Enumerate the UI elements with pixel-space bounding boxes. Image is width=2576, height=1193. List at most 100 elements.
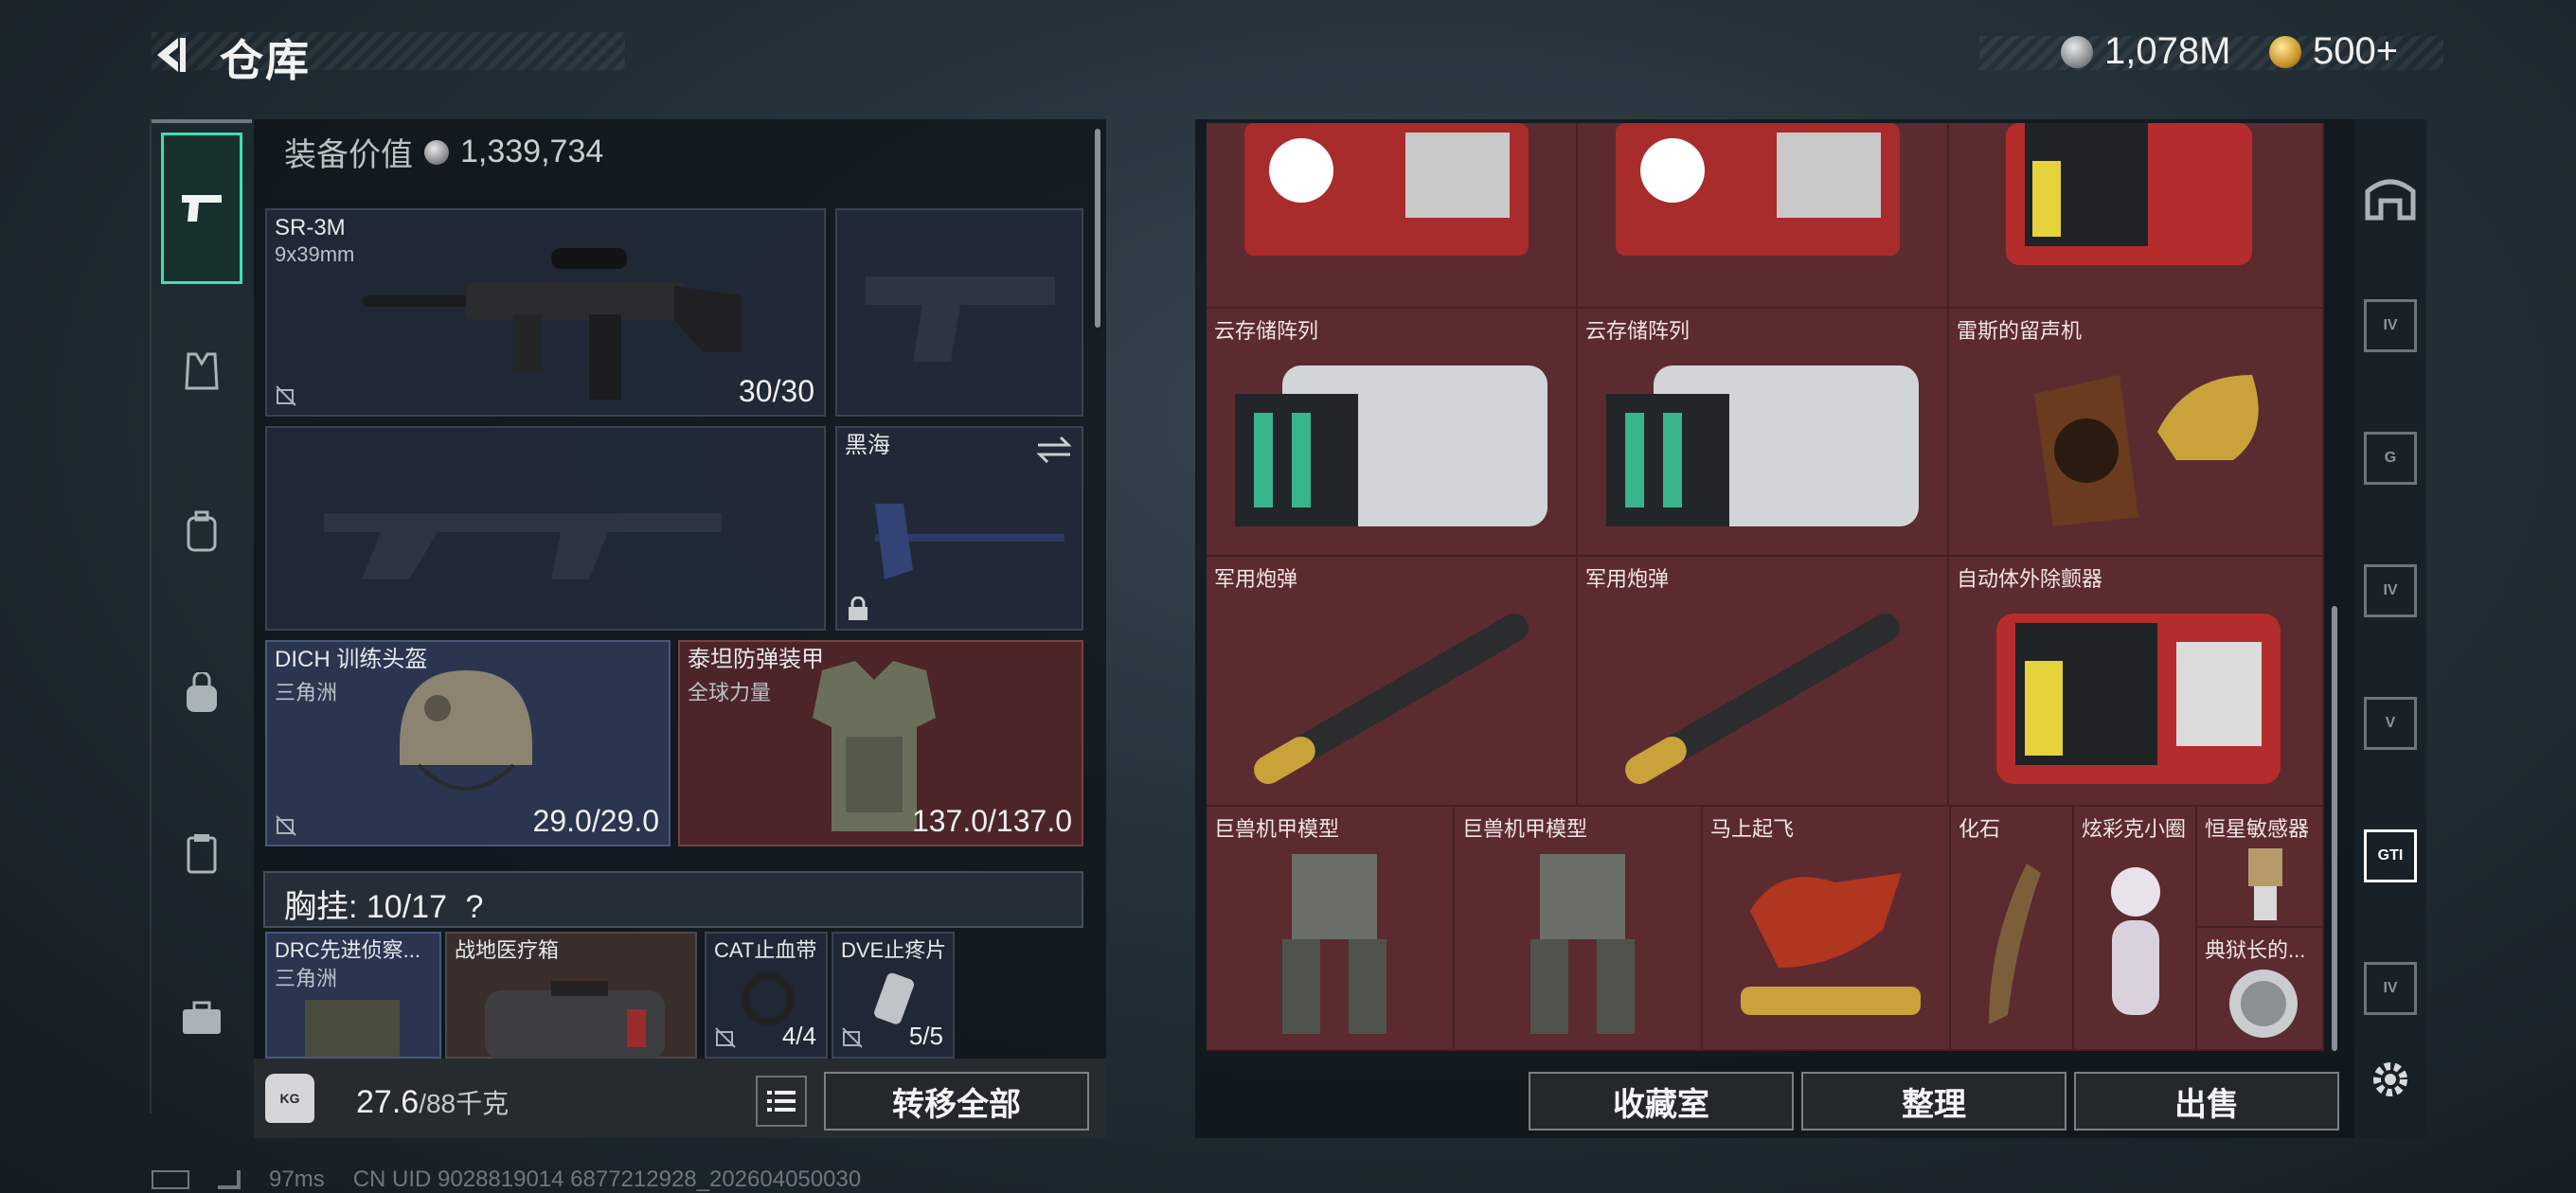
- figurine-image: [2111, 867, 2160, 1015]
- rifle-silhouette-icon: [324, 513, 722, 579]
- helmet-image: [400, 670, 532, 791]
- helmet-slot[interactable]: DICH 训练头盔 三角洲 29.0/29.0: [265, 640, 671, 846]
- rifle-image: [362, 248, 741, 400]
- stash-item-phonograph[interactable]: 雷斯的留声机: [1949, 309, 2324, 557]
- swap-icon[interactable]: [1036, 436, 1072, 464]
- rig-item-tourniquet[interactable]: CAT止血带 4/4: [705, 932, 828, 1059]
- transfer-all-button[interactable]: 转移全部: [824, 1072, 1089, 1131]
- rig-item-medkit[interactable]: 战地医疗箱: [445, 932, 697, 1060]
- category-weapons[interactable]: [161, 133, 242, 284]
- gold-amount: 500+: [2313, 30, 2399, 72]
- stash-scrollbar[interactable]: [2332, 606, 2337, 1051]
- no-repair-icon: [276, 385, 296, 406]
- toolbox-icon: [183, 1001, 221, 1034]
- weapon-ammo: 30/30: [738, 374, 814, 408]
- medkit-image: [485, 981, 665, 1060]
- horse-figure-image: [1741, 873, 1921, 1015]
- armor-durability: 137.0/137.0: [911, 804, 1072, 838]
- secondary-weapon-slot[interactable]: [265, 426, 826, 631]
- stash-item-mecha-model-2[interactable]: 巨兽机甲模型: [1455, 807, 1703, 1051]
- stash-tab-6[interactable]: IV: [2364, 962, 2417, 1015]
- stash-item-aed-top[interactable]: [1949, 123, 2324, 309]
- category-case[interactable]: [161, 797, 242, 911]
- weight-icon: KG: [265, 1074, 314, 1123]
- server-image: [1235, 365, 1547, 526]
- bag-icon: [187, 672, 217, 712]
- melee-slot[interactable]: 黑海: [835, 426, 1083, 631]
- stash-tab-2[interactable]: G: [2364, 432, 2417, 485]
- currency-silver[interactable]: 1,078M: [2061, 30, 2230, 73]
- ping-value: 97ms: [269, 1166, 325, 1192]
- stash-tab-4[interactable]: V: [2364, 697, 2417, 750]
- armor-slot[interactable]: 泰坦防弹装甲 全球力量 137.0/137.0: [678, 640, 1083, 846]
- rig-item-drc[interactable]: DRC先进侦察... 三角洲: [265, 932, 441, 1059]
- gold-coin-icon: [2269, 35, 2301, 68]
- stash-tab-5[interactable]: GTI: [2364, 829, 2417, 882]
- mecha-image: [1282, 854, 1386, 1034]
- stash-item-cloud-storage-1[interactable]: 云存储阵列: [1207, 309, 1578, 557]
- battery-icon: [152, 1170, 189, 1189]
- stash-item-oxygen-tank[interactable]: [1207, 123, 1578, 309]
- no-repair-icon: [276, 815, 296, 836]
- category-rail: [150, 119, 252, 1113]
- stash-item-cloud-storage-2[interactable]: 云存储阵列: [1578, 309, 1949, 557]
- stash-tab-1[interactable]: IV: [2364, 299, 2417, 352]
- fossil-claw-image: [1989, 864, 2041, 1024]
- list-icon: [767, 1091, 796, 1112]
- silver-coin-icon: [424, 139, 449, 165]
- gear-icon: [2373, 1062, 2407, 1096]
- category-toolbox[interactable]: [161, 962, 242, 1076]
- server-image: [1606, 365, 1919, 526]
- sort-button[interactable]: 整理: [1801, 1072, 2066, 1131]
- back-arrow-icon: [157, 38, 186, 72]
- painkiller-count: 5/5: [908, 1022, 943, 1050]
- category-bag[interactable]: [161, 636, 242, 750]
- stash-tab-3[interactable]: IV: [2364, 564, 2417, 617]
- lock-icon: [849, 596, 868, 620]
- vest-icon: [185, 352, 219, 390]
- collection-button[interactable]: 收藏室: [1529, 1072, 1794, 1131]
- tourniquet-count: 4/4: [781, 1022, 816, 1050]
- stash-item-oxygen-tank-2[interactable]: [1578, 123, 1949, 309]
- category-vest[interactable]: [161, 314, 242, 428]
- rig-image: [305, 1000, 400, 1057]
- mecha-image: [1530, 854, 1635, 1034]
- weapon-name: SR-3M: [275, 215, 346, 240]
- no-repair-icon: [842, 1027, 863, 1048]
- sell-button[interactable]: 出售: [2074, 1072, 2339, 1131]
- signal-icon: [218, 1170, 241, 1189]
- aed-image: [1996, 614, 2281, 784]
- stash-item-artillery-shell-2[interactable]: 军用炮弹: [1578, 557, 1949, 807]
- stash-item-star-sensor[interactable]: 恒星敏感器: [2197, 807, 2324, 928]
- carry-weight: 27.6/88千克: [356, 1084, 510, 1120]
- help-icon[interactable]: ?: [465, 889, 483, 925]
- category-backpack[interactable]: [161, 475, 242, 589]
- status-footer: 97ms CN UID 9028819014 6877212928_202604…: [152, 1166, 861, 1193]
- back-button[interactable]: [142, 28, 199, 81]
- stash-grid: 云存储阵列 云存储阵列 雷斯的留声机 军用炮弹 军用炮弹 自动体外除颤器 巨兽机…: [1207, 123, 2324, 1051]
- primary-weapon-slot[interactable]: SR-3M 9x39mm 30/30: [265, 208, 826, 417]
- rig-item-painkiller[interactable]: DVE止疼片 5/5: [832, 932, 955, 1059]
- stash-item-horse[interactable]: 马上起飞: [1703, 807, 1951, 1051]
- stash-item-colorful-ring[interactable]: 炫彩克小圈: [2074, 807, 2197, 1051]
- tank-image: [1616, 123, 1900, 256]
- pistol-slot[interactable]: [835, 208, 1083, 417]
- stash-item-aed[interactable]: 自动体外除颤器: [1949, 557, 2324, 807]
- weapon-caliber: 9x39mm: [275, 242, 355, 266]
- currency-gold[interactable]: 500+: [2269, 30, 2398, 73]
- aed-image: [2006, 123, 2252, 265]
- settings-button[interactable]: [2364, 1053, 2417, 1106]
- equipment-value: 装备价值 1,339,734: [284, 129, 603, 175]
- equipment-value-label: 装备价值: [284, 137, 413, 173]
- uid-text: CN UID 9028819014 6877212928_20260405003…: [352, 1166, 862, 1192]
- shell-image: [1254, 614, 1529, 784]
- list-view-button[interactable]: [756, 1076, 807, 1127]
- melee-name: 黑海: [845, 433, 890, 458]
- equipment-scrollbar[interactable]: [1095, 129, 1100, 328]
- stash-tab-home[interactable]: [2364, 170, 2417, 223]
- stash-item-fossil[interactable]: 化石: [1951, 807, 2074, 1051]
- stash-item-warden-item[interactable]: 典狱长的...: [2197, 928, 2324, 1051]
- stash-item-mecha-model-1[interactable]: 巨兽机甲模型: [1207, 807, 1455, 1051]
- stash-item-artillery-shell-1[interactable]: 军用炮弹: [1207, 557, 1578, 807]
- medal-image: [2229, 970, 2298, 1038]
